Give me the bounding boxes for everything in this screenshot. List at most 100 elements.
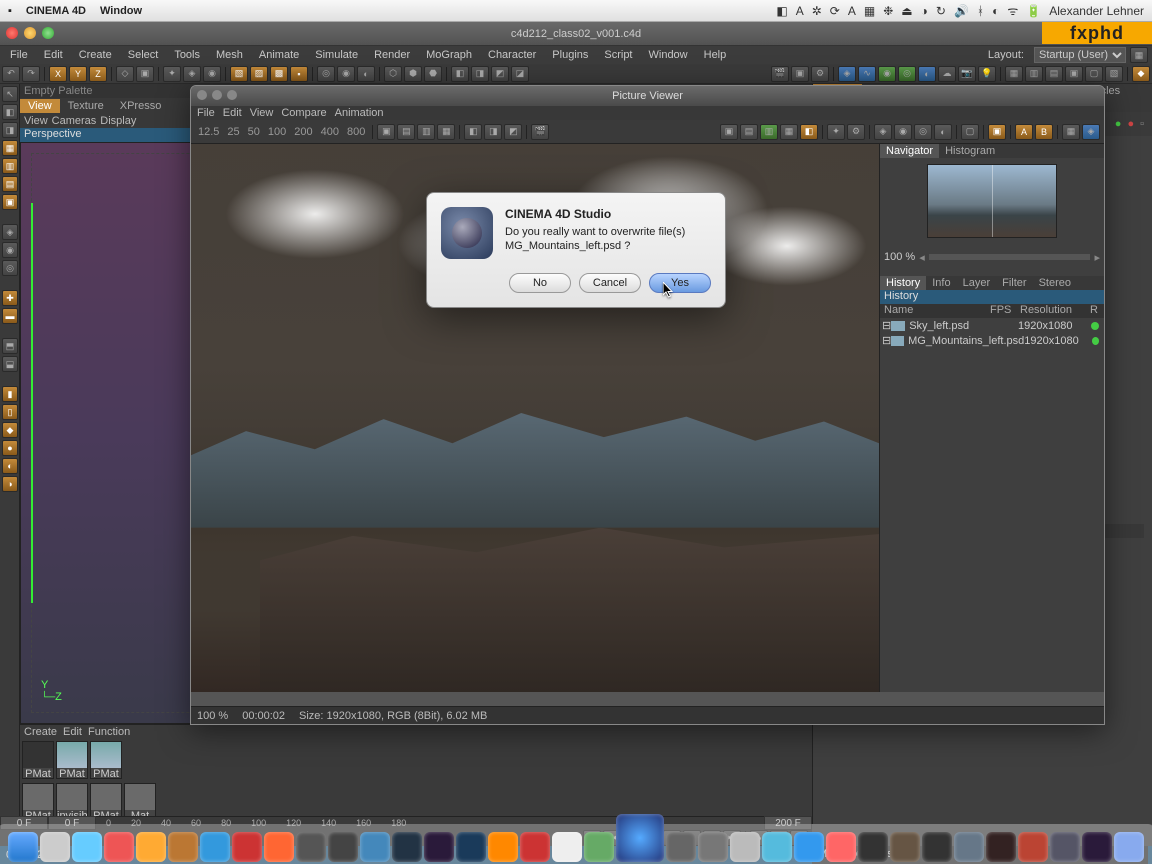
move-tool-icon[interactable]: ↖ — [2, 86, 18, 102]
apple-menu-icon[interactable]: ▪ — [8, 5, 12, 17]
user-name[interactable]: Alexander Lehner — [1049, 4, 1144, 18]
tool-icon[interactable]: ▬ — [2, 308, 18, 324]
status-icon[interactable]: A — [848, 4, 856, 18]
vp-menu-cameras[interactable]: Cameras — [52, 115, 97, 127]
dock-app[interactable] — [360, 832, 390, 862]
pv-tab-filter[interactable]: Filter — [996, 276, 1032, 290]
status-icon[interactable]: ⏏ — [901, 4, 912, 18]
menu-character[interactable]: Character — [482, 47, 542, 63]
dock-app[interactable] — [520, 832, 550, 862]
tool-icon[interactable]: ◎ — [317, 66, 335, 82]
redo-icon[interactable]: ↷ — [22, 66, 40, 82]
tool-icon[interactable]: ⬢ — [404, 66, 422, 82]
pv-tool-icon[interactable]: ▤ — [397, 124, 415, 140]
tool-icon[interactable]: ▩ — [270, 66, 288, 82]
dock-app[interactable] — [168, 832, 198, 862]
tool-icon[interactable]: ▦ — [1005, 66, 1023, 82]
status-icon[interactable]: ◧ — [776, 4, 787, 18]
render-region-icon[interactable]: ▣ — [791, 66, 809, 82]
menu-mesh[interactable]: Mesh — [210, 47, 249, 63]
render-icon[interactable]: 🎬 — [771, 66, 789, 82]
dock-app[interactable] — [1050, 832, 1080, 862]
menu-mograph[interactable]: MoGraph — [420, 47, 478, 63]
pv-tool-icon[interactable]: ▦ — [780, 124, 798, 140]
pv-navigator-thumb[interactable] — [880, 158, 1104, 248]
dock-app-ae[interactable] — [424, 832, 454, 862]
menu-tools[interactable]: Tools — [168, 47, 206, 63]
dock-app[interactable] — [986, 832, 1016, 862]
dock-app[interactable] — [858, 832, 888, 862]
tool-icon[interactable]: ▣ — [2, 194, 18, 210]
light-icon[interactable]: 💡 — [978, 66, 996, 82]
material-swatch[interactable]: PMat M — [22, 741, 54, 779]
dock-app[interactable] — [104, 832, 134, 862]
material-swatch[interactable]: PMat Sk — [56, 741, 88, 779]
tool-icon[interactable]: ◧ — [451, 66, 469, 82]
dock-app[interactable] — [72, 832, 102, 862]
vp-menu-display[interactable]: Display — [100, 115, 136, 127]
material-swatch[interactable]: PMat Sh — [90, 741, 122, 779]
tool-icon[interactable]: ▧ — [1105, 66, 1123, 82]
pv-tool-icon[interactable]: ▣ — [988, 124, 1006, 140]
tool-icon[interactable]: ▦ — [2, 140, 18, 156]
mat-menu-create[interactable]: Create — [24, 726, 57, 738]
dock-app[interactable] — [826, 832, 856, 862]
dock-app-c4d[interactable] — [616, 814, 664, 862]
tab-xpresso[interactable]: XPresso — [112, 99, 170, 113]
tab-view[interactable]: View — [20, 99, 60, 113]
menu-window[interactable]: Window — [643, 47, 694, 63]
layout-select[interactable]: Startup (User) — [1034, 47, 1126, 63]
tool-icon[interactable]: ◧ — [2, 104, 18, 120]
axis-y-icon[interactable]: Y — [69, 66, 87, 82]
tool-icon[interactable]: ▪ — [290, 66, 308, 82]
status-icon[interactable]: ↻ — [936, 4, 946, 18]
pv-tool-icon[interactable]: ◈ — [1082, 124, 1100, 140]
pv-tool-icon[interactable]: ▥ — [417, 124, 435, 140]
pv-scrollbar[interactable] — [191, 692, 1104, 706]
cancel-button[interactable]: Cancel — [579, 273, 641, 293]
status-icon[interactable]: ◑ — [921, 4, 928, 18]
dock-app[interactable] — [954, 832, 984, 862]
tool-icon[interactable]: ✦ — [163, 66, 181, 82]
menu-select[interactable]: Select — [122, 47, 165, 63]
status-icon[interactable]: ❉ — [883, 4, 893, 18]
pv-tool-icon[interactable]: ✦ — [827, 124, 845, 140]
pv-menu-file[interactable]: File — [197, 107, 215, 119]
dock-app[interactable] — [552, 832, 582, 862]
tool-icon[interactable]: ⬡ — [384, 66, 402, 82]
pv-tab-history[interactable]: History — [880, 276, 926, 290]
pv-tool-icon[interactable]: ▤ — [740, 124, 758, 140]
menu-script[interactable]: Script — [598, 47, 638, 63]
menu-animate[interactable]: Animate — [253, 47, 305, 63]
tool-icon[interactable]: ▣ — [136, 66, 154, 82]
pv-titlebar[interactable]: Picture Viewer — [191, 86, 1104, 106]
pv-tool-icon[interactable]: ◨ — [484, 124, 502, 140]
status-icon[interactable]: ◐ — [992, 4, 999, 18]
axis-x-icon[interactable]: X — [49, 66, 67, 82]
window-controls[interactable] — [6, 27, 54, 39]
pv-tool-icon[interactable]: ◎ — [914, 124, 932, 140]
tool-icon[interactable]: ◆ — [1132, 66, 1150, 82]
pv-menu-view[interactable]: View — [250, 107, 274, 119]
pv-tool-icon[interactable]: ▣ — [720, 124, 738, 140]
menu-create[interactable]: Create — [73, 47, 118, 63]
pv-tool-icon[interactable]: ▥ — [760, 124, 778, 140]
primitive-icon[interactable]: ◈ — [838, 66, 856, 82]
dock-app-finder[interactable] — [8, 832, 38, 862]
mat-menu-edit[interactable]: Edit — [63, 726, 82, 738]
menu-help[interactable]: Help — [698, 47, 733, 63]
dock-app[interactable] — [40, 832, 70, 862]
mat-menu-function[interactable]: Function — [88, 726, 130, 738]
tool-icon[interactable]: ⬣ — [424, 66, 442, 82]
dock-app[interactable] — [392, 832, 422, 862]
pv-tab-info[interactable]: Info — [926, 276, 956, 290]
pv-tool-icon[interactable]: ▦ — [1062, 124, 1080, 140]
dock-app[interactable] — [698, 832, 728, 862]
tool-icon[interactable]: ◇ — [116, 66, 134, 82]
window-menu[interactable]: Window — [100, 5, 142, 17]
pv-tool-icon[interactable]: ◩ — [504, 124, 522, 140]
pv-tool-icon[interactable]: ◐ — [934, 124, 952, 140]
tool-icon[interactable]: ✚ — [2, 290, 18, 306]
status-icon[interactable]: ⟳ — [830, 4, 840, 18]
dock-app[interactable] — [762, 832, 792, 862]
